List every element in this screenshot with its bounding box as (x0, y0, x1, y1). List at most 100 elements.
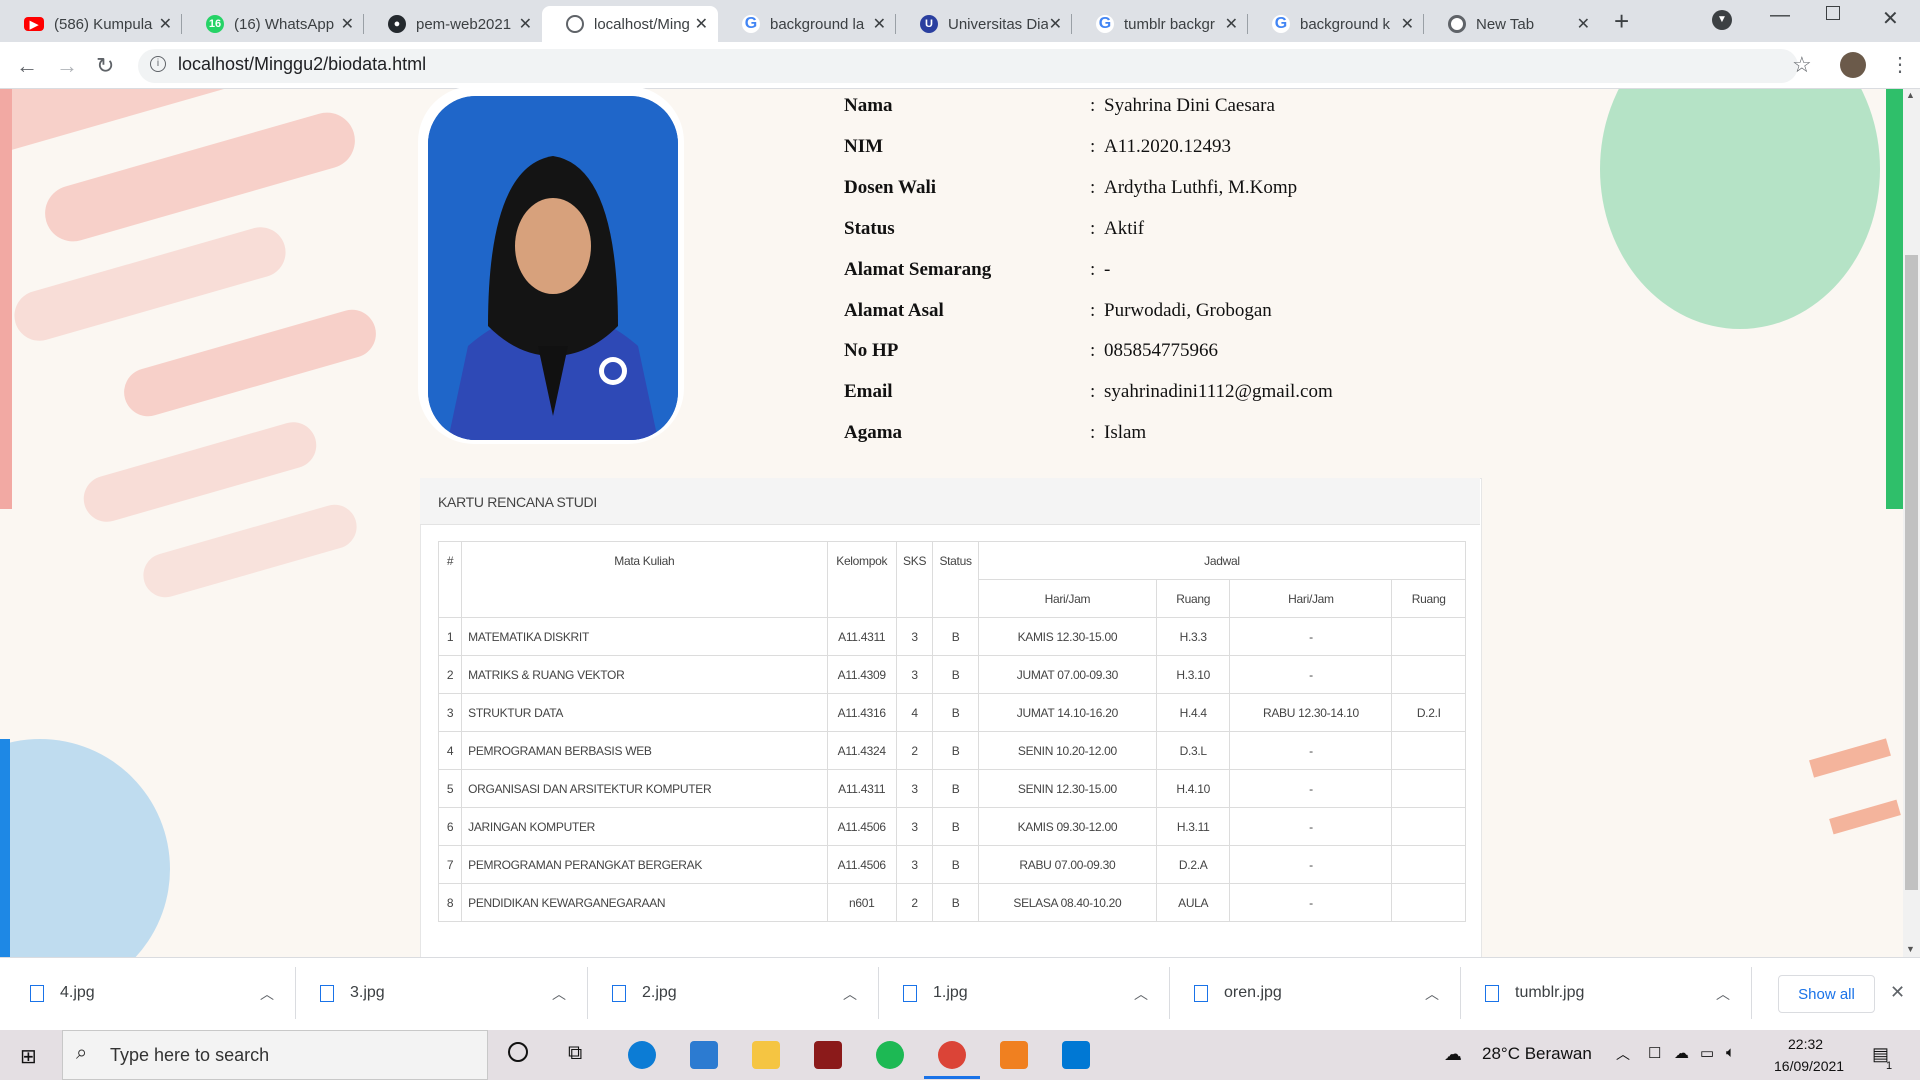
chevron-up-icon[interactable]: ︿ (1134, 984, 1148, 1004)
tab-google-background[interactable]: G background la ✕ (718, 6, 896, 42)
close-icon[interactable]: ✕ (341, 14, 354, 34)
menu-kebab-icon[interactable]: ⋮ (1890, 52, 1910, 77)
udinus-icon: U (920, 15, 938, 33)
close-icon[interactable]: ✕ (1225, 14, 1238, 34)
close-icon[interactable]: ✕ (519, 14, 532, 34)
task-view-icon[interactable]: ⧉ (568, 1042, 582, 1065)
cell-status: B (932, 617, 979, 656)
info-icon[interactable]: i (150, 56, 166, 72)
downloads-close-icon[interactable]: ✕ (1890, 982, 1905, 1003)
scroll-up-arrow-icon[interactable]: ▲ (1906, 90, 1915, 100)
show-all-button[interactable]: Show all (1778, 975, 1875, 1013)
file-icon (30, 984, 44, 1002)
profile-avatar[interactable] (1840, 52, 1866, 78)
bio-label-email: Email (844, 381, 893, 402)
scroll-down-arrow-icon[interactable]: ▼ (1906, 944, 1915, 954)
cell-mata-kuliah: PEMROGRAMAN PERANGKAT BERGERAK (461, 845, 828, 884)
app-icon[interactable] (814, 1041, 842, 1069)
table-row: 4 PEMROGRAMAN BERBASIS WEB A11.4324 2 B … (437, 731, 1466, 770)
chevron-up-icon[interactable]: ︿ (552, 984, 566, 1004)
xampp-icon[interactable] (1000, 1041, 1028, 1069)
url-text[interactable]: localhost/Minggu2/biodata.html (178, 54, 426, 75)
table-row: 6 JARINGAN KOMPUTER A11.4506 3 B KAMIS 0… (437, 807, 1466, 846)
download-item[interactable]: 4.jpg (30, 984, 95, 1002)
onedrive-icon[interactable]: ☁ (1674, 1044, 1689, 1062)
weather-icon[interactable]: ☁ (1444, 1044, 1462, 1065)
chevron-up-icon[interactable]: ︿ (1425, 984, 1439, 1004)
clock-time[interactable]: 22:32 (1788, 1036, 1823, 1052)
file-explorer-icon[interactable] (752, 1041, 780, 1069)
chrome-taskbar-icon[interactable] (938, 1041, 966, 1069)
scrollbar-thumb[interactable] (1905, 255, 1918, 890)
decor-blue-blob (0, 739, 170, 957)
close-icon[interactable]: ✕ (159, 14, 172, 34)
tab-youtube[interactable]: ▶ (586) Kumpula ✕ (0, 6, 182, 42)
download-item[interactable]: tumblr.jpg (1485, 984, 1584, 1002)
close-icon[interactable]: ✕ (873, 14, 886, 34)
file-icon (903, 984, 917, 1002)
cell-mata-kuliah: ORGANISASI DAN ARSITEKTUR KOMPUTER (461, 769, 828, 808)
chevron-up-icon[interactable]: ︿ (260, 984, 274, 1004)
tab-tumblr[interactable]: G tumblr backgr ✕ (1072, 6, 1248, 42)
cell-status: B (932, 693, 979, 732)
back-arrow-icon[interactable]: ← (16, 53, 38, 79)
chevron-up-icon[interactable]: ︿ (1616, 1044, 1630, 1064)
weather-text[interactable]: 28°C Berawan (1482, 1044, 1592, 1064)
cell-ruang-2 (1391, 845, 1466, 884)
clock-date[interactable]: 16/09/2021 (1774, 1058, 1844, 1074)
chevron-up-icon[interactable]: ︿ (843, 984, 857, 1004)
download-item[interactable]: 3.jpg (320, 984, 385, 1002)
krs-title: KARTU RENCANA STUDI (438, 494, 597, 510)
download-item[interactable]: 1.jpg (903, 984, 968, 1002)
spotify-icon[interactable] (876, 1041, 904, 1069)
chevron-up-icon[interactable]: ︿ (1716, 984, 1730, 1004)
tab-universitas[interactable]: U Universitas Dia ✕ (896, 6, 1072, 42)
windows-start-icon[interactable]: ⊞ (20, 1044, 37, 1069)
close-icon[interactable]: ✕ (1401, 14, 1414, 34)
download-item[interactable]: 2.jpg (612, 984, 677, 1002)
col-header-mata-kuliah: Mata Kuliah (461, 541, 828, 618)
bio-separator: : (1090, 381, 1096, 402)
tab-localhost[interactable]: localhost/Ming ✕ (542, 6, 718, 42)
download-filename: oren.jpg (1224, 984, 1282, 1001)
vscode-icon[interactable] (1062, 1041, 1090, 1069)
tab-whatsapp[interactable]: 16 (16) WhatsApp ✕ (182, 6, 364, 42)
download-item[interactable]: oren.jpg (1194, 984, 1282, 1002)
close-icon[interactable]: ✕ (1577, 14, 1590, 34)
bio-label-alamat-semarang: Alamat Semarang (844, 259, 992, 280)
bio-value-status: Aktif (1104, 218, 1145, 239)
cell-hari-jam: JUMAT 14.10-16.20 (977, 693, 1157, 732)
bio-label-nim: NIM (844, 136, 884, 157)
bio-label-nama: Nama (844, 95, 893, 116)
tab-github[interactable]: ● pem-web2021 ✕ (364, 6, 542, 42)
bookmark-star-icon[interactable]: ☆ (1792, 52, 1812, 78)
whatsapp-icon: 16 (206, 15, 224, 33)
close-icon[interactable]: ✕ (695, 14, 708, 34)
cell-no: 7 (437, 845, 463, 884)
cell-kelompok: A11.4316 (826, 693, 897, 732)
cell-sks: 3 (895, 769, 934, 808)
mail-icon[interactable] (690, 1041, 718, 1069)
window-close-icon[interactable]: ✕ (1882, 6, 1899, 31)
bio-separator: : (1090, 340, 1096, 361)
restore-icon[interactable] (1826, 6, 1840, 20)
file-icon (1485, 984, 1499, 1002)
tab-background-k[interactable]: G background k ✕ (1248, 6, 1424, 42)
new-tab-plus-icon[interactable]: + (1614, 6, 1629, 37)
cell-hari-jam-2: RABU 12.30-14.10 (1229, 693, 1393, 732)
google-icon: G (1272, 15, 1290, 33)
tab-title: New Tab (1476, 15, 1535, 33)
close-icon[interactable]: ✕ (1049, 14, 1062, 34)
tab-search-icon[interactable]: ▼ (1712, 10, 1732, 30)
battery-icon[interactable]: ▭ (1700, 1044, 1714, 1062)
volume-icon[interactable]: 🔈︎ (1726, 1044, 1735, 1061)
forward-arrow-icon[interactable]: → (56, 53, 78, 79)
minimize-icon[interactable]: — (1770, 4, 1790, 27)
cortana-icon[interactable] (508, 1042, 528, 1062)
bio-label-no-hp: No HP (844, 340, 899, 361)
network-icon[interactable]: ☐ (1648, 1044, 1661, 1062)
edge-icon[interactable] (628, 1041, 656, 1069)
decor-green-blob (1600, 89, 1880, 329)
reload-icon[interactable]: ↻ (96, 53, 114, 79)
tab-new-tab[interactable]: New Tab ✕ (1424, 6, 1600, 42)
